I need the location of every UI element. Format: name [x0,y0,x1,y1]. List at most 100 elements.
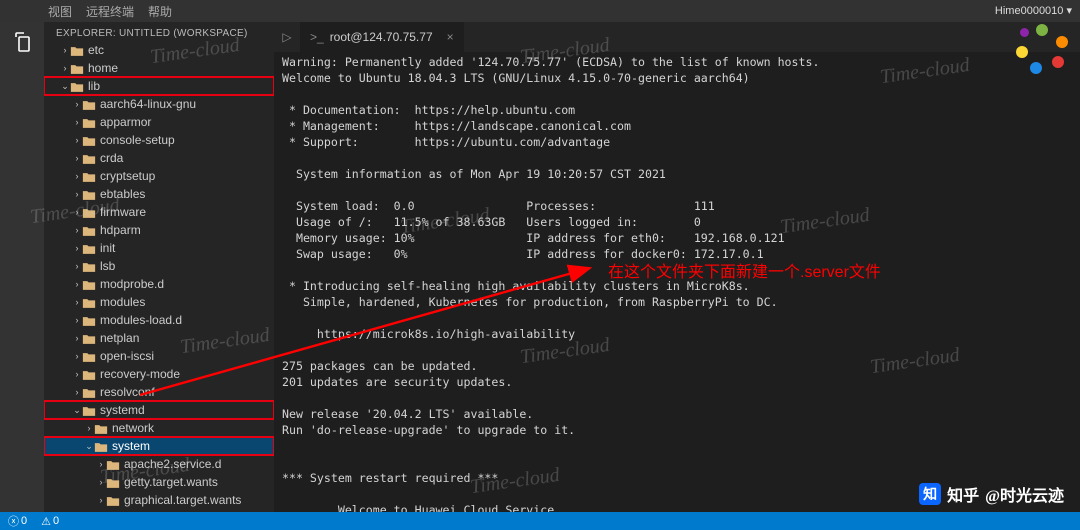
tree-item-label: crda [100,151,123,165]
tree-item-label: cryptsetup [100,169,155,183]
titlebar: 视图 远程终端 帮助 [0,0,1080,22]
tree-item-crda[interactable]: › crda [44,149,274,167]
tree-item-etc[interactable]: › etc [44,41,274,59]
tree-item-firmware[interactable]: ›firmware [44,203,274,221]
file-tree[interactable]: › etc ›home ⌄ lib ›aarch64-linux-gnu›apparmor… [44,41,274,512]
tree-item-modules-load-d[interactable]: ›modules-load.d [44,311,274,329]
explorer-sidebar: EXPLORER: UNTITLED (WORKSPACE) ›etc›home… [44,22,274,512]
tree-item-open-iscsi[interactable]: ›open-iscsi [44,347,274,365]
chevron-icon: › [72,189,82,199]
chevron-icon: › [96,495,106,505]
terminal-icon: >_ [310,30,324,44]
folder-icon [82,97,100,111]
tree-item-label: resolvconf [100,385,155,399]
folder-icon [70,79,88,93]
run-icon[interactable]: ▷ [274,30,300,44]
folder-icon [82,241,100,255]
chevron-icon: › [72,387,82,397]
folder-icon [70,43,88,57]
status-errors[interactable]: ⓧ 0 [8,513,27,529]
chevron-icon: › [72,135,82,145]
tree-item-label: hdparm [100,223,141,237]
tree-item-hdparm[interactable]: › hdparm [44,221,274,239]
tree-item-resolvconf[interactable]: › resolvconf [44,383,274,401]
chevron-icon: ⌄ [84,441,94,452]
chevron-icon: › [72,99,82,109]
tree-item-system[interactable]: ⌄ system [44,437,274,455]
folder-icon [82,367,100,381]
terminal-tab[interactable]: >_ root@124.70.75.77 × [300,22,464,52]
folder-icon [82,187,100,201]
chevron-icon: › [72,207,82,217]
folder-icon [82,277,100,291]
chevron-icon: › [72,225,82,235]
chevron-icon: › [60,45,70,55]
chevron-icon: › [84,423,94,433]
chevron-icon: › [72,297,82,307]
activity-bar [0,22,44,512]
tree-item-apache2-service-d[interactable]: › apache2.service.d [44,455,274,473]
chevron-icon: › [72,333,82,343]
chevron-icon: › [72,315,82,325]
tree-item-label: lsb [100,259,115,273]
tree-item-label: systemd [100,403,145,417]
tree-item-modprobe-d[interactable]: ›modprobe.d [44,275,274,293]
tree-item-label: init [100,241,115,255]
tree-item-label: system [112,439,150,453]
chevron-icon: › [72,117,82,127]
folder-icon [106,511,124,512]
tree-item-aarch64-linux-gnu[interactable]: ›aarch64-linux-gnu [44,95,274,113]
menu-remote[interactable]: 远程终端 [86,3,134,20]
tree-item-label: graphical.target.wants [124,493,241,507]
tree-item-label: ebtables [100,187,145,201]
tree-item-recovery-mode[interactable]: ›recovery-mode [44,365,274,383]
terminal-output[interactable]: Warning: Permanently added '124.70.75.77… [274,52,1080,512]
tree-item-netplan[interactable]: › netplan [44,329,274,347]
tree-item-lib[interactable]: ⌄ lib [44,77,274,95]
explorer-icon[interactable] [10,30,34,54]
chevron-icon: ⌄ [72,405,82,416]
tree-item-lsb[interactable]: ›lsb [44,257,274,275]
folder-icon [82,205,100,219]
tab-bar: ▷ >_ root@124.70.75.77 × [274,22,1080,52]
menu-help[interactable]: 帮助 [148,3,172,20]
tree-item-label: lib [88,79,100,93]
hub-icon [1016,22,1070,76]
tree-item-modules[interactable]: ›modules [44,293,274,311]
folder-icon [82,169,100,183]
tree-item-console-setup[interactable]: ›console-setup [44,131,274,149]
annotation-text: 在这个文件夹下面新建一个.server文件 [608,258,881,282]
chevron-icon: › [96,477,106,487]
folder-icon [82,259,100,273]
tree-item-label: apache2.service.d [124,457,221,471]
tree-item-ebtables[interactable]: › ebtables [44,185,274,203]
chevron-icon: › [72,369,82,379]
tree-item-label: netplan [100,331,139,345]
tree-item-apparmor[interactable]: ›apparmor [44,113,274,131]
account-label[interactable]: Hime0000010 ▾ [995,4,1072,17]
chevron-icon: › [60,63,70,73]
tree-item-home[interactable]: ›home [44,59,274,77]
status-bar: ⓧ 0 ⚠ 0 [0,512,1080,530]
folder-icon [82,151,100,165]
chevron-icon: ⌄ [60,81,70,92]
tree-item-systemd[interactable]: ⌄ systemd [44,401,274,419]
menu-view[interactable]: 视图 [48,3,72,20]
tree-item-graphical-target-wants[interactable]: › graphical.target.wants [44,491,274,509]
folder-icon [82,115,100,129]
tree-item-label: etc [88,43,104,57]
tab-label: root@124.70.75.77 [330,30,433,44]
tree-item-halt-target-wants[interactable]: ›halt.target.wants [44,509,274,512]
folder-icon [82,223,100,237]
tree-item-label: halt.target.wants [124,511,212,512]
tree-item-getty-target-wants[interactable]: ›getty.target.wants [44,473,274,491]
tree-item-init[interactable]: ›init [44,239,274,257]
tree-item-network[interactable]: ›network [44,419,274,437]
folder-icon [106,475,124,489]
chevron-icon: › [72,153,82,163]
status-warnings[interactable]: ⚠ 0 [41,515,59,528]
chevron-icon: › [96,459,106,469]
close-icon[interactable]: × [447,30,454,44]
chevron-icon: › [72,351,82,361]
tree-item-cryptsetup[interactable]: ›cryptsetup [44,167,274,185]
